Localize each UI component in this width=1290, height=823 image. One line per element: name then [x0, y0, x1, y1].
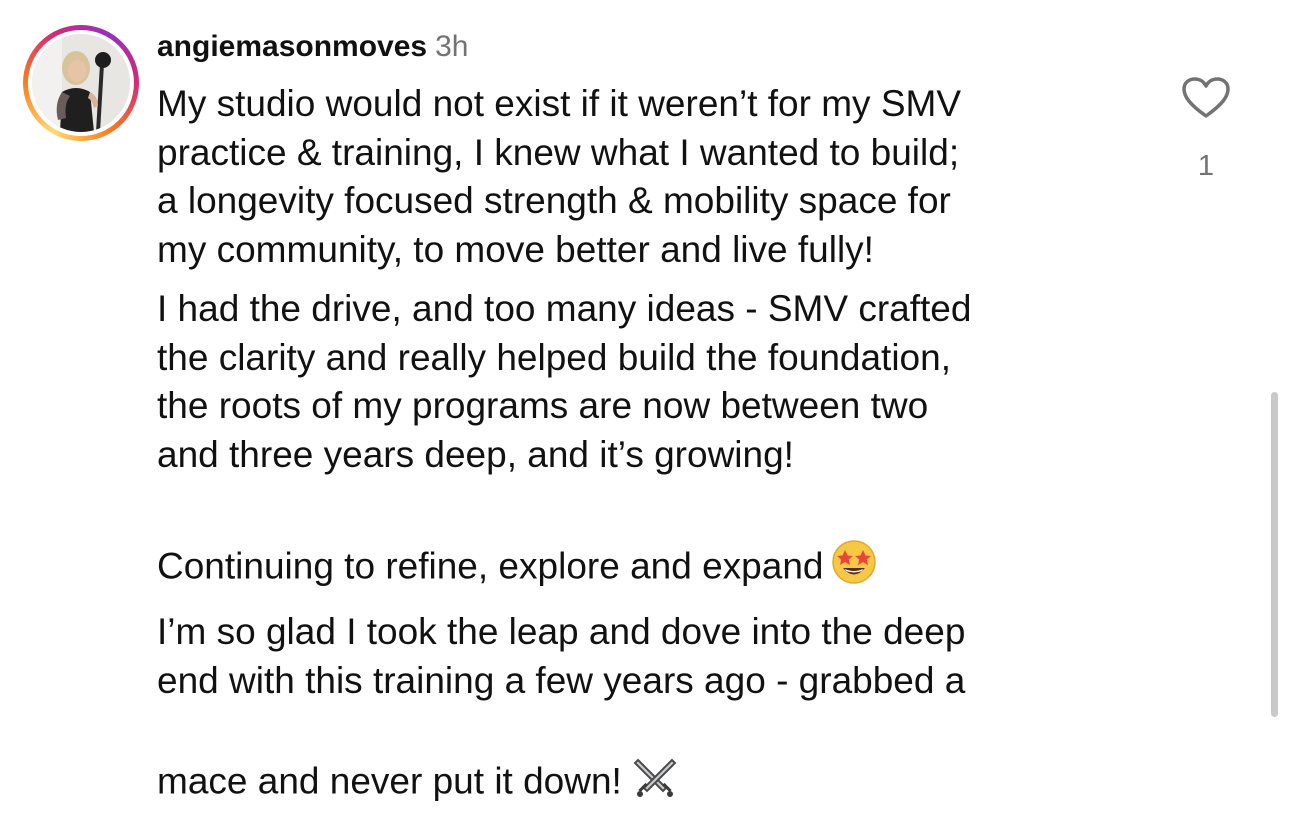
- heart-outline-icon: [1182, 77, 1230, 118]
- comment: angiemasonmoves 3h My studio would not ex…: [0, 0, 1290, 802]
- avatar-image: [32, 34, 130, 132]
- username-link[interactable]: angiemasonmoves: [157, 30, 427, 63]
- comment-text: Continuing to refine, explore and expand: [157, 545, 824, 587]
- like-button[interactable]: [1181, 76, 1231, 120]
- crossed-swords-emoji: [630, 705, 680, 812]
- comment-body: My studio would not exist if it weren’t …: [157, 80, 1147, 823]
- comment-text: My studio would not exist if it weren’t …: [157, 83, 961, 270]
- comment-header: angiemasonmoves 3h: [157, 28, 468, 66]
- comment-text: I had the drive, and too many ideas - SM…: [157, 288, 972, 475]
- star-struck-emoji: [831, 490, 877, 597]
- comment-paragraph: I had the drive, and too many ideas - SM…: [157, 285, 1147, 479]
- timestamp: 3h: [435, 30, 469, 63]
- avatar-gap: [28, 30, 134, 136]
- like-count: 1: [1197, 150, 1215, 182]
- avatar-story-ring[interactable]: [23, 25, 139, 141]
- comment-paragraph: My studio would not exist if it weren’t …: [157, 80, 1147, 274]
- comment-paragraph: I’m so glad I took the leap and dove int…: [157, 608, 1147, 812]
- comment-text: I’m so glad I took the leap and dove int…: [157, 611, 966, 802]
- scrollbar[interactable]: [1271, 392, 1278, 717]
- avatar[interactable]: [32, 34, 130, 132]
- comment-paragraph: Continuing to refine, explore and expand: [157, 490, 1147, 597]
